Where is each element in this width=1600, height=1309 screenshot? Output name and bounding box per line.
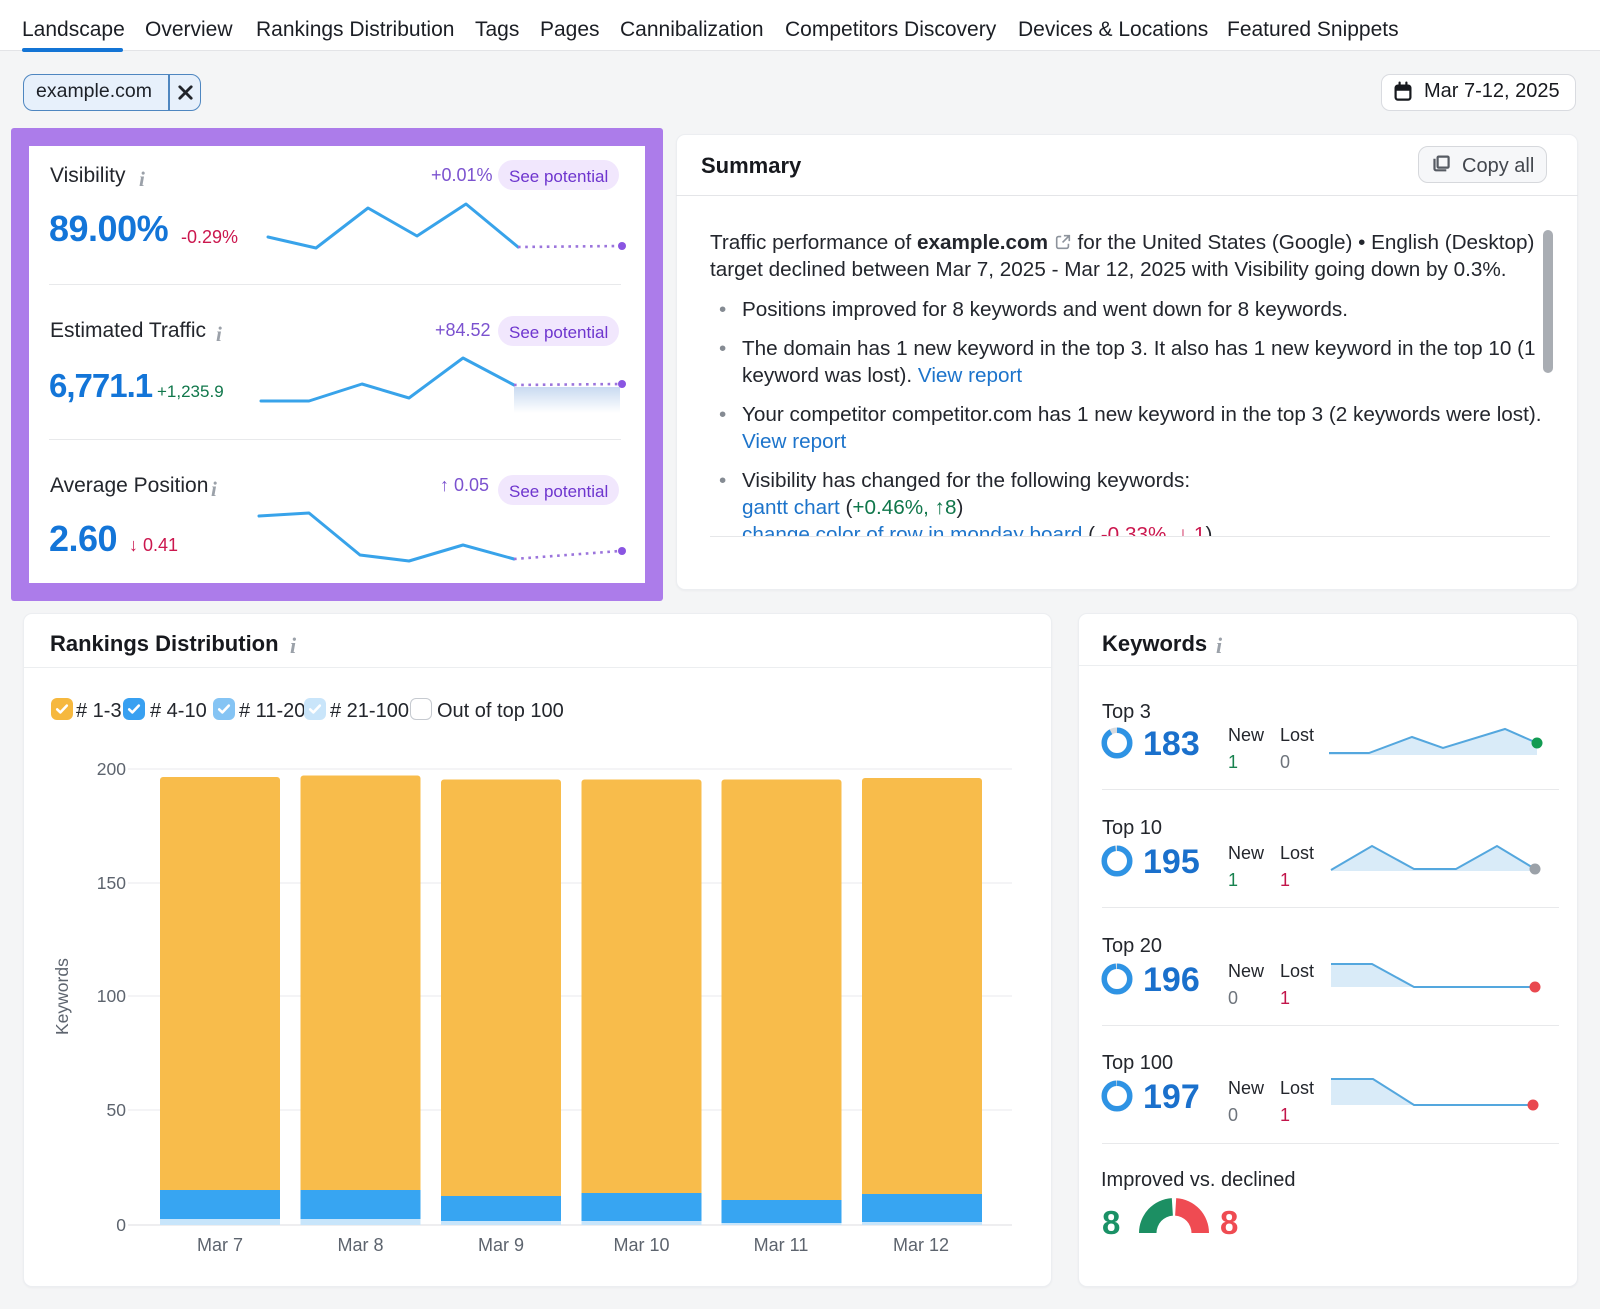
svg-text:Mar 11: Mar 11 bbox=[754, 1235, 809, 1255]
svg-text:50: 50 bbox=[107, 1100, 127, 1120]
svg-text:Mar 7: Mar 7 bbox=[197, 1235, 243, 1255]
svg-text:Mar 12: Mar 12 bbox=[893, 1235, 949, 1255]
svg-text:200: 200 bbox=[97, 759, 126, 779]
svg-text:Mar 10: Mar 10 bbox=[613, 1235, 669, 1255]
svg-text:100: 100 bbox=[97, 986, 126, 1006]
svg-text:0: 0 bbox=[116, 1215, 126, 1235]
svg-text:Mar 9: Mar 9 bbox=[478, 1235, 524, 1255]
svg-text:Mar 8: Mar 8 bbox=[337, 1235, 383, 1255]
svg-text:150: 150 bbox=[97, 873, 126, 893]
